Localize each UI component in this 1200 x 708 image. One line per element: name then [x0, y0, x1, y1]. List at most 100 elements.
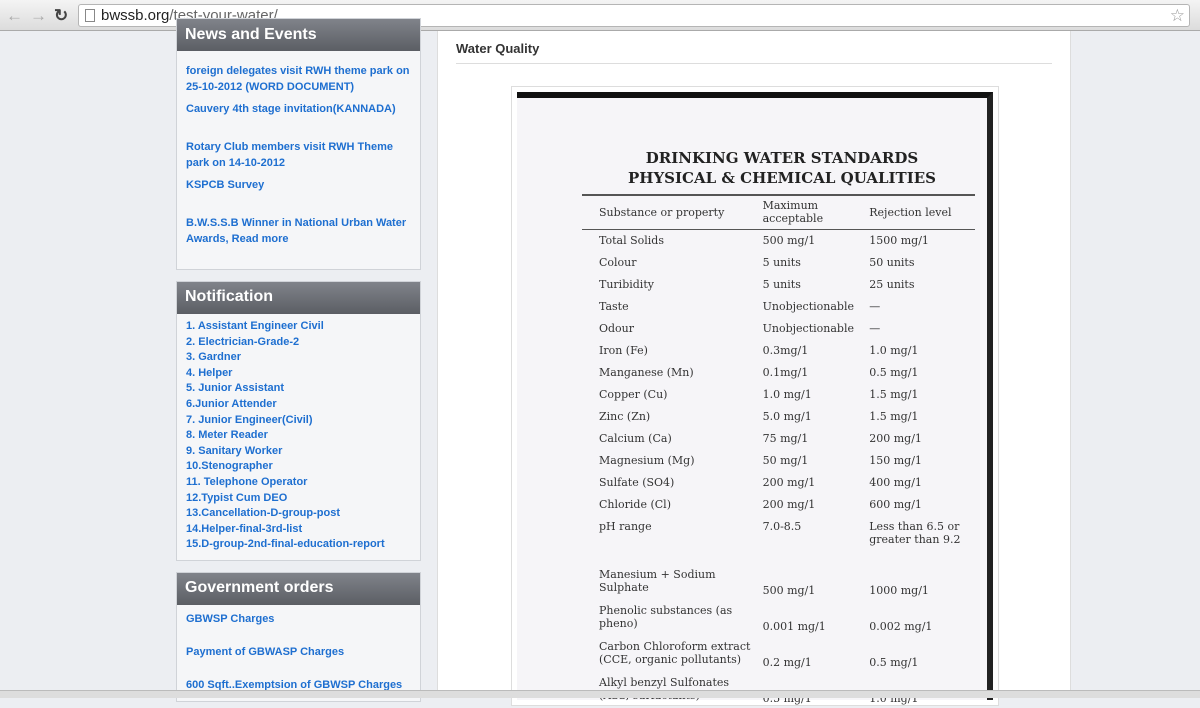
table-cell: 500 mg/1: [759, 230, 866, 252]
notification-heading: Notification: [177, 282, 420, 314]
table-cell: 1000 mg/1: [865, 564, 975, 600]
notification-link[interactable]: 10.Stenographer: [186, 459, 411, 475]
table-row: pH range7.0-8.5Less than 6.5 or greater …: [582, 516, 975, 564]
status-bar: [0, 690, 1200, 698]
notification-link[interactable]: 4. Helper: [186, 366, 411, 382]
news-heading: News and Events: [177, 19, 420, 51]
table-cell: Zinc (Zn): [582, 406, 759, 428]
table-cell: Chloride (Cl): [582, 494, 759, 516]
notification-link[interactable]: 13.Cancellation-D-group-post: [186, 506, 411, 522]
notification-link[interactable]: 5. Junior Assistant: [186, 381, 411, 397]
notification-link[interactable]: 11. Telephone Operator: [186, 475, 411, 491]
main-content: Water Quality DRINKING WATER STANDARDS P…: [437, 31, 1071, 698]
divider: [456, 63, 1052, 64]
column-header: Rejection level: [865, 195, 975, 230]
document-title-line: DRINKING WATER STANDARDS: [577, 148, 987, 168]
news-link[interactable]: foreign delegates visit RWH theme park o…: [186, 63, 411, 95]
table-cell: 75 mg/1: [759, 428, 866, 450]
notification-link[interactable]: 7. Junior Engineer(Civil): [186, 413, 411, 429]
notification-panel: Notification 1. Assistant Engineer Civil…: [176, 281, 421, 561]
notification-link[interactable]: 15.D-group-2nd-final-education-report: [186, 537, 411, 553]
column-header: Maximum acceptable: [759, 195, 866, 230]
table-cell: Calcium (Ca): [582, 428, 759, 450]
column-header: Substance or property: [582, 195, 759, 230]
table-cell: 0.5 mg/1: [865, 362, 975, 384]
scanned-document-image: DRINKING WATER STANDARDS PHYSICAL & CHEM…: [511, 86, 999, 706]
standards-table: Substance or property Maximum acceptable…: [582, 194, 975, 708]
table-cell: Less than 6.5 or greater than 9.2: [865, 516, 975, 564]
table-cell: 600 mg/1: [865, 494, 975, 516]
table-cell: 500 mg/1: [759, 564, 866, 600]
table-row: Manganese (Mn)0.1mg/10.5 mg/1: [582, 362, 975, 384]
table-cell: 150 mg/1: [865, 450, 975, 472]
gov-order-link[interactable]: GBWSP Charges: [186, 611, 411, 627]
table-cell: Phenolic substances (as pheno): [582, 600, 759, 636]
notification-link[interactable]: 14.Helper-final-3rd-list: [186, 522, 411, 538]
table-cell: Colour: [582, 252, 759, 274]
table-cell: Total Solids: [582, 230, 759, 252]
table-cell: 200 mg/1: [865, 428, 975, 450]
news-link[interactable]: Rotary Club members visit RWH Theme park…: [186, 139, 411, 171]
table-cell: 0.002 mg/1: [865, 600, 975, 636]
table-cell: Iron (Fe): [582, 340, 759, 362]
notification-link[interactable]: 12.Typist Cum DEO: [186, 491, 411, 507]
table-cell: 0.2 mg/1: [759, 636, 866, 672]
table-row: OdourUnobjectionable—: [582, 318, 975, 340]
table-cell: 0.001 mg/1: [759, 600, 866, 636]
table-row: Iron (Fe)0.3mg/11.0 mg/1: [582, 340, 975, 362]
table-cell: 25 units: [865, 274, 975, 296]
news-link[interactable]: KSPCB Survey: [186, 177, 411, 193]
url-host: bwssb.org: [101, 7, 169, 24]
gov-order-link[interactable]: Payment of GBWASP Charges: [186, 644, 411, 660]
table-row: Sulfate (SO4)200 mg/1400 mg/1: [582, 472, 975, 494]
table-cell: 1.0 mg/1: [759, 384, 866, 406]
table-row: Chloride (Cl)200 mg/1600 mg/1: [582, 494, 975, 516]
table-row: TasteUnobjectionable—: [582, 296, 975, 318]
notification-link[interactable]: 6.Junior Attender: [186, 397, 411, 413]
notification-link[interactable]: 2. Electrician-Grade-2: [186, 335, 411, 351]
document-title-line: PHYSICAL & CHEMICAL QUALITIES: [577, 168, 987, 188]
notification-link[interactable]: 9. Sanitary Worker: [186, 444, 411, 460]
table-cell: 200 mg/1: [759, 494, 866, 516]
table-cell: 50 mg/1: [759, 450, 866, 472]
table-cell: Manesium + Sodium Sulphate: [582, 564, 759, 600]
table-cell: 1.0 mg/1: [865, 340, 975, 362]
table-row: Phenolic substances (as pheno)0.001 mg/1…: [582, 600, 975, 636]
table-cell: —: [865, 296, 975, 318]
table-row: Carbon Chloroform extract (CCE, organic …: [582, 636, 975, 672]
bookmark-star-icon[interactable]: ☆: [1170, 5, 1185, 26]
news-link[interactable]: B.W.S.S.B Winner in National Urban Water…: [186, 215, 411, 247]
table-row: Turibidity5 units25 units: [582, 274, 975, 296]
table-cell: 200 mg/1: [759, 472, 866, 494]
table-cell: 0.5 mg/1: [865, 636, 975, 672]
table-row: Colour5 units50 units: [582, 252, 975, 274]
forward-icon[interactable]: →: [30, 6, 47, 26]
table-cell: 7.0-8.5: [759, 516, 866, 564]
table-cell: 1500 mg/1: [865, 230, 975, 252]
table-cell: Odour: [582, 318, 759, 340]
back-icon[interactable]: ←: [6, 6, 23, 26]
table-cell: 5 units: [759, 274, 866, 296]
table-cell: Unobjectionable: [759, 296, 866, 318]
table-cell: Copper (Cu): [582, 384, 759, 406]
government-orders-heading: Government orders: [177, 573, 420, 605]
table-cell: 0.1mg/1: [759, 362, 866, 384]
table-cell: 5 units: [759, 252, 866, 274]
table-cell: Magnesium (Mg): [582, 450, 759, 472]
table-row: Magnesium (Mg)50 mg/1150 mg/1: [582, 450, 975, 472]
reload-icon[interactable]: ↻: [54, 6, 68, 26]
table-cell: 1.5 mg/1: [865, 406, 975, 428]
news-panel: News and Events foreign delegates visit …: [176, 18, 421, 270]
table-row: Zinc (Zn)5.0 mg/11.5 mg/1: [582, 406, 975, 428]
table-cell: 5.0 mg/1: [759, 406, 866, 428]
notification-link[interactable]: 8. Meter Reader: [186, 428, 411, 444]
notification-link[interactable]: 3. Gardner: [186, 350, 411, 366]
news-link[interactable]: Cauvery 4th stage invitation(KANNADA): [186, 101, 411, 117]
table-cell: Manganese (Mn): [582, 362, 759, 384]
table-cell: Turibidity: [582, 274, 759, 296]
table-cell: Taste: [582, 296, 759, 318]
page-title: Water Quality: [456, 41, 539, 56]
notification-link[interactable]: 1. Assistant Engineer Civil: [186, 319, 411, 335]
page-icon: [85, 9, 95, 22]
table-cell: —: [865, 318, 975, 340]
